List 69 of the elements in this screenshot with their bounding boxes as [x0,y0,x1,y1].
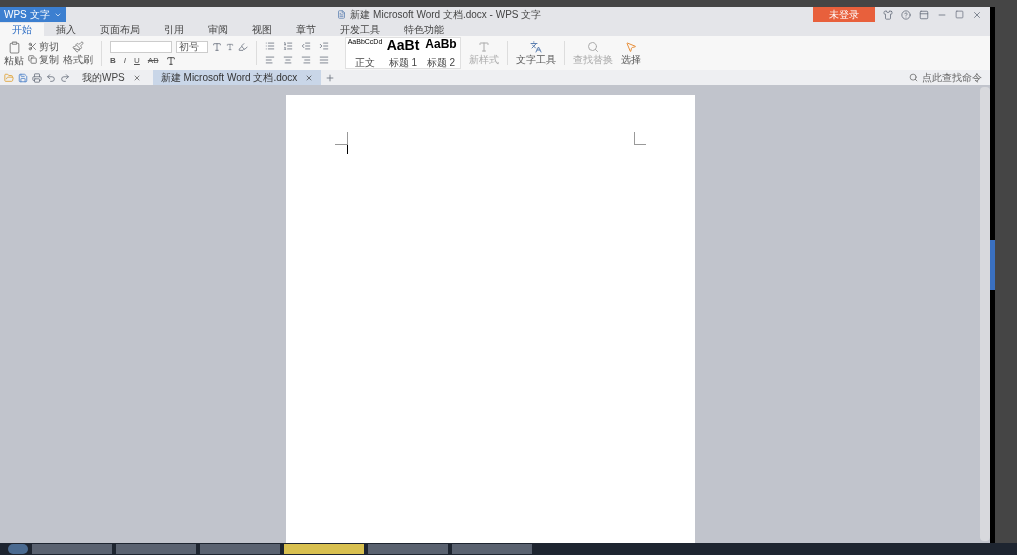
cut-button[interactable]: 剪切 [28,41,59,52]
open-folder-icon[interactable] [4,72,14,83]
format-button[interactable]: B [110,56,116,65]
cursor-arrow-icon [625,41,637,53]
new-tab-icon[interactable] [325,72,336,83]
select-button[interactable]: 选择 [621,41,641,65]
indent-icon[interactable] [319,41,329,51]
translate-icon [530,41,542,53]
print-icon[interactable] [32,72,42,83]
close-icon[interactable] [132,73,141,82]
highlighter-icon[interactable] [238,41,248,52]
format-button[interactable]: U [134,56,140,65]
text-tools-button[interactable]: 文字工具 [507,41,556,65]
font-shrink-icon[interactable] [226,42,234,51]
format-button[interactable]: I [123,56,126,65]
scrollbar[interactable] [980,87,990,541]
align-right-icon[interactable] [301,55,311,65]
ribbon-tab[interactable]: 页面布局 [88,23,152,36]
style-option[interactable]: AaBb 标题 2 [422,38,460,68]
document-tab[interactable]: 新建 Microsoft Word 文档.docx [152,70,322,85]
letter-icon [478,41,490,53]
scissors-icon [28,42,37,51]
font-name-field[interactable] [110,40,172,53]
window-title: 新建 Microsoft Word 文档.docx - WPS 文字 [350,9,542,20]
paintbrush-icon [72,41,84,53]
close-icon[interactable] [305,73,314,82]
undo-icon[interactable] [46,72,56,83]
ribbon-tab[interactable]: 视图 [240,23,284,36]
corner-mark [634,132,646,145]
font-grow-icon[interactable] [212,41,222,52]
style-option[interactable]: AaBt 标题 1 [384,38,422,68]
ribbon-tab[interactable]: 开发工具 [328,23,392,36]
paste-button[interactable]: 粘贴 [4,40,24,66]
align-left-icon[interactable] [265,55,275,65]
font-size-field[interactable]: 初号 [176,40,208,53]
copy-button[interactable]: 复制 [28,54,59,65]
redo-icon[interactable] [60,72,70,83]
ribbon-tab[interactable]: 特色功能 [392,23,456,36]
maximize-icon[interactable] [955,10,964,19]
ribbon-tab[interactable]: 开始 [0,23,44,36]
text-cursor [347,145,348,154]
ribbon-tab[interactable]: 引用 [152,23,196,36]
search-icon [909,73,918,82]
numbered-list-icon[interactable] [283,41,293,51]
format-painter-button[interactable]: 格式刷 [63,41,93,65]
search-icon [587,41,599,53]
shirt-icon[interactable] [883,9,893,20]
clipboard-icon [7,40,21,54]
copy-icon [28,55,37,64]
app-menu-button[interactable]: WPS 文字 [0,7,66,22]
align-center-icon[interactable] [283,55,293,65]
side-handle[interactable] [990,240,995,290]
justify-icon[interactable] [319,55,329,65]
save-icon[interactable] [18,72,28,83]
format-button[interactable]: AB [147,56,159,65]
ribbon-tab[interactable]: 章节 [284,23,328,36]
ribbon-tab[interactable]: 审阅 [196,23,240,36]
document-tab[interactable]: 我的WPS [74,70,149,85]
close-icon[interactable] [972,9,982,20]
ribbon-tab[interactable]: 插入 [44,23,88,36]
bullet-list-icon[interactable] [265,41,275,51]
help-icon[interactable] [901,9,911,20]
document-icon [337,10,347,19]
font-color-icon[interactable] [166,55,177,66]
outdent-icon[interactable] [301,41,311,51]
panel-icon[interactable] [919,9,929,20]
corner-mark [335,132,348,145]
command-search-field[interactable]: 点此查找命令 [909,72,986,83]
taskbar-item[interactable] [8,544,28,554]
